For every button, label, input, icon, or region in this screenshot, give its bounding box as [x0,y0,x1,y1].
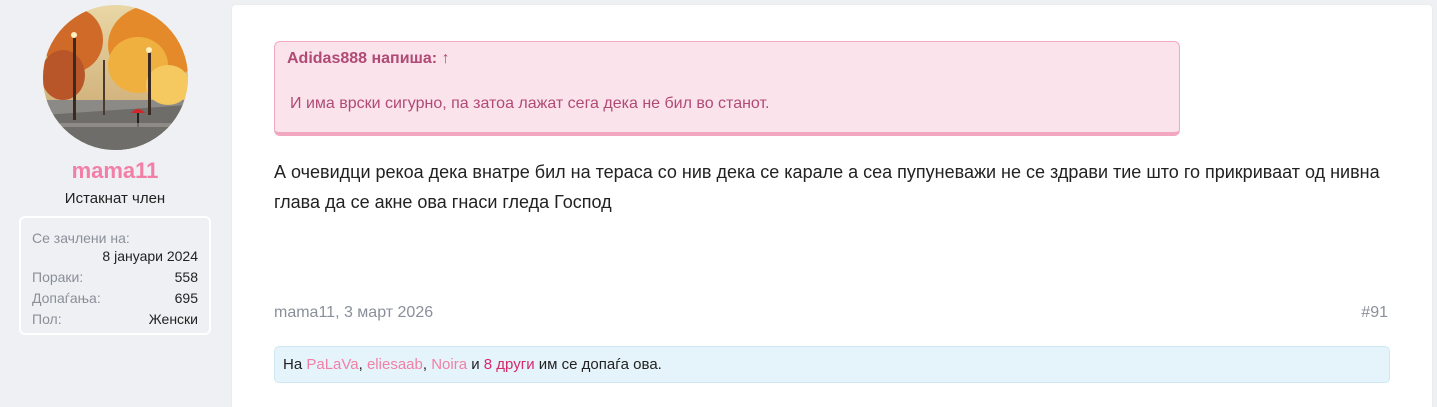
likes-bar: На PaLaVa, eliesaab, Noira и 8 други им … [274,346,1390,383]
quote-author-label[interactable]: Adidas888 напиша: [287,50,437,67]
quote-text: И има врски сигурно, па затоа лажат сега… [290,95,770,112]
messages-value: 558 [174,269,198,285]
joined-label: Се зачлени на: [32,230,130,246]
gender-value: Женски [148,311,198,327]
post-card: Adidas888 напиша: ↑ И има врски сигурно,… [232,5,1432,407]
like-user-link[interactable]: Noira [431,356,467,373]
reactions-value: 695 [174,290,198,306]
joined-value: 8 јануари 2024 [102,248,198,264]
gender-label: Пол: [32,311,62,327]
reactions-label: Допаѓања: [32,290,101,306]
post-number-link[interactable]: #91 [1361,304,1388,322]
message-body: А очевидци рекоа дека внатре бил на тера… [274,162,1380,212]
messages-label: Пораки: [32,269,84,285]
likes-separator: , [422,356,428,373]
like-user-link[interactable]: PaLaVa [306,356,358,373]
jump-to-quote-icon[interactable]: ↑ [442,50,450,67]
quote-block: Adidas888 напиша: ↑ И има врски сигурно,… [274,41,1180,136]
avatar-image [43,5,188,150]
user-sidebar: mama11 Истакнат член Се зачлени на: 8 ја… [0,0,232,407]
likes-prefix: На [283,356,303,373]
likes-and: и [471,356,480,373]
username[interactable]: mama11 [0,158,230,184]
likes-suffix: им се допаѓа ова. [538,356,662,373]
avatar[interactable] [43,5,188,150]
gender-row: Пол: Женски [32,309,198,330]
like-user-link[interactable]: eliesaab [367,356,423,373]
likes-others-link[interactable]: 8 други [484,356,535,373]
quote-author: Adidas888 напиша: ↑ [287,50,450,68]
user-stats-panel: Се зачлени на: 8 јануари 2024 Пораки: 55… [19,216,211,335]
likes-separator: , [358,356,363,373]
messages-row: Пораки: 558 [32,267,198,288]
reactions-row: Допаѓања: 695 [32,288,198,309]
user-title: Истакнат член [64,190,166,207]
post-author-date[interactable]: mama11, 3 март 2026 [274,304,433,322]
